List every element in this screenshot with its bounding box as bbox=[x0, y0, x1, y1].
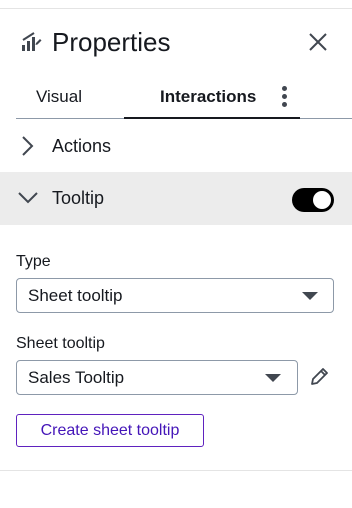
sheet-tooltip-select-value: Sales Tooltip bbox=[28, 368, 125, 387]
tab-bar: Visual Interactions bbox=[0, 80, 352, 120]
panel-title: Properties bbox=[52, 27, 171, 57]
type-label: Type bbox=[16, 253, 51, 270]
section-tooltip-label: Tooltip bbox=[52, 188, 105, 208]
panel-header: Properties bbox=[0, 22, 352, 64]
top-divider bbox=[0, 8, 352, 9]
bottom-divider bbox=[0, 470, 352, 471]
section-tooltip-header[interactable]: Tooltip bbox=[0, 172, 352, 225]
caret-down-icon bbox=[265, 374, 281, 382]
section-actions-header[interactable]: Actions bbox=[0, 120, 352, 173]
bar-chart-edit-icon bbox=[22, 32, 42, 51]
type-select-value: Sheet tooltip bbox=[28, 286, 123, 305]
chevron-down-icon bbox=[18, 192, 38, 204]
active-tab-indicator bbox=[124, 117, 300, 119]
tab-interactions[interactable]: Interactions bbox=[160, 80, 256, 118]
pencil-icon[interactable] bbox=[308, 366, 330, 388]
tab-visual[interactable]: Visual bbox=[36, 80, 82, 118]
section-actions-label: Actions bbox=[52, 136, 112, 156]
sheet-tooltip-select[interactable]: Sales Tooltip bbox=[16, 360, 298, 395]
caret-down-icon bbox=[302, 292, 318, 300]
create-sheet-tooltip-button[interactable]: Create sheet tooltip bbox=[16, 414, 204, 447]
more-vertical-icon[interactable] bbox=[276, 84, 294, 110]
chevron-right-icon bbox=[22, 136, 34, 156]
close-icon[interactable] bbox=[307, 31, 329, 53]
tooltip-toggle[interactable] bbox=[292, 188, 334, 212]
type-select[interactable]: Sheet tooltip bbox=[16, 278, 334, 313]
toggle-knob bbox=[313, 191, 331, 209]
sheet-tooltip-label: Sheet tooltip bbox=[16, 335, 105, 352]
